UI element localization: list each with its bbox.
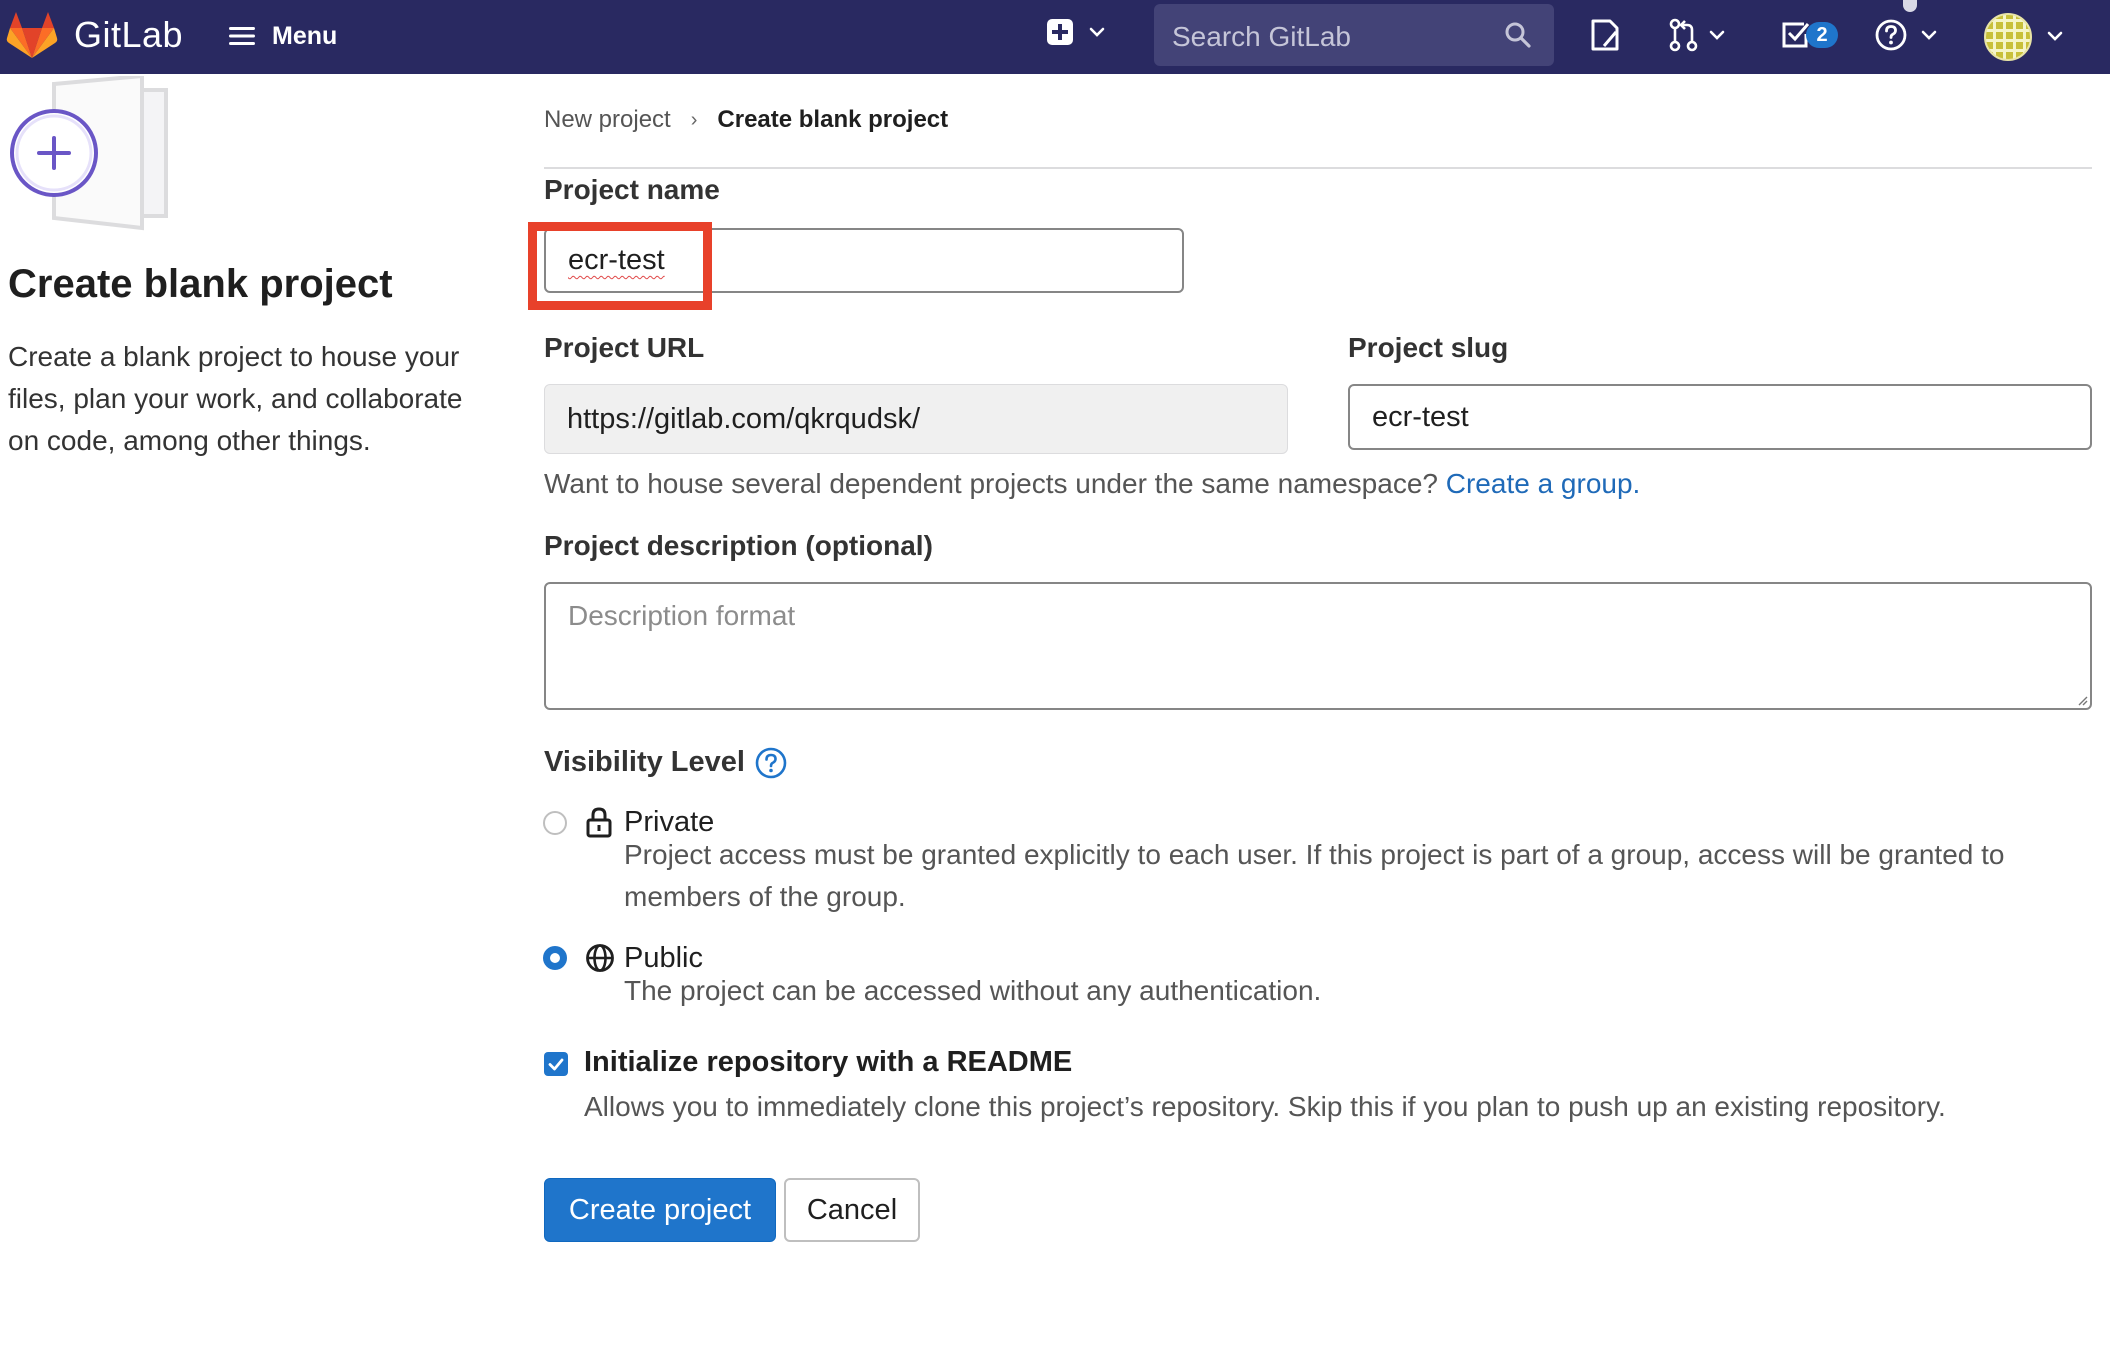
menu-label: Menu bbox=[272, 21, 338, 50]
plus-square-icon bbox=[1047, 19, 1073, 45]
namespace-help: Want to house several dependent projects… bbox=[544, 468, 1640, 500]
project-slug-input[interactable]: ecr-test bbox=[1348, 384, 2092, 450]
lock-icon bbox=[586, 807, 612, 838]
search-icon bbox=[1505, 22, 1531, 48]
chevron-down-icon[interactable] bbox=[2046, 30, 2064, 42]
sidebar-description: Create a blank project to house your fil… bbox=[8, 341, 463, 456]
readme-checkbox[interactable] bbox=[544, 1052, 568, 1076]
search-input[interactable]: Search GitLab bbox=[1154, 4, 1554, 66]
help-icon[interactable] bbox=[755, 747, 787, 779]
project-url-label: Project URL bbox=[544, 332, 705, 363]
project-name-label: Project name bbox=[544, 174, 720, 205]
project-url-field[interactable]: https://gitlab.com/qkrqudsk/ bbox=[544, 384, 1288, 454]
annotation-highlight-box bbox=[528, 222, 712, 310]
breadcrumb-current: Create blank project bbox=[717, 106, 949, 133]
chevron-down-icon bbox=[1921, 30, 1937, 40]
todo-count-badge[interactable]: 2 bbox=[1806, 22, 1838, 48]
project-url-value: https://gitlab.com/qkrqudsk/ bbox=[567, 402, 920, 435]
breadcrumb-new-project[interactable]: New project bbox=[544, 106, 671, 134]
top-navbar: GitLab Menu Search GitLab 2 bbox=[0, 0, 2110, 74]
sidebar-title: Create blank project bbox=[8, 262, 393, 306]
visibility-public-description: The project can be accessed without any … bbox=[624, 975, 1322, 1006]
chevron-down-icon bbox=[1089, 27, 1105, 37]
hamburger-icon bbox=[229, 27, 255, 45]
project-description-textarea[interactable]: Description format bbox=[544, 582, 2092, 710]
checkmark-icon bbox=[548, 1058, 564, 1071]
notification-dot bbox=[1903, 0, 1917, 12]
create-project-button[interactable]: Create project bbox=[544, 1178, 776, 1242]
resize-handle-icon[interactable] bbox=[2076, 694, 2088, 706]
namespace-help-text: Want to house several dependent projects… bbox=[544, 468, 1438, 499]
create-group-link[interactable]: Create a group. bbox=[1446, 468, 1641, 499]
visibility-level-label: Visibility Level bbox=[544, 746, 745, 778]
help-icon bbox=[1875, 19, 1907, 51]
header-divider bbox=[544, 167, 2092, 169]
help-dropdown[interactable] bbox=[1874, 18, 1938, 52]
cancel-button[interactable]: Cancel bbox=[784, 1178, 920, 1242]
breadcrumb-separator: › bbox=[690, 108, 698, 131]
visibility-public-radio[interactable] bbox=[543, 946, 567, 970]
visibility-level-heading: Visibility Level bbox=[544, 746, 787, 779]
readme-help: Allows you to immediately clone this pro… bbox=[584, 1091, 1946, 1122]
search-placeholder: Search GitLab bbox=[1172, 21, 1351, 52]
visibility-private-description: Project access must be granted explicitl… bbox=[624, 839, 2005, 912]
project-description-label: Project description (optional) bbox=[544, 530, 933, 561]
merge-requests-dropdown[interactable] bbox=[1668, 18, 1726, 52]
blank-project-illustration bbox=[10, 76, 168, 231]
brand-name[interactable]: GitLab bbox=[74, 14, 183, 56]
issues-icon[interactable] bbox=[1590, 18, 1620, 52]
menu-button[interactable]: Menu bbox=[228, 18, 337, 54]
gitlab-logo[interactable] bbox=[6, 12, 58, 60]
chevron-down-icon bbox=[1709, 30, 1725, 40]
avatar[interactable] bbox=[1984, 13, 2032, 61]
merge-request-icon bbox=[1669, 18, 1698, 52]
breadcrumb: New project › Create blank project bbox=[544, 106, 948, 134]
new-item-dropdown[interactable] bbox=[1046, 18, 1106, 46]
project-slug-label: Project slug bbox=[1348, 332, 1509, 363]
readme-label[interactable]: Initialize repository with a README bbox=[584, 1046, 1072, 1079]
globe-icon bbox=[586, 944, 614, 972]
description-placeholder: Description format bbox=[568, 600, 796, 631]
visibility-private-radio[interactable] bbox=[543, 811, 567, 835]
project-slug-value: ecr-test bbox=[1372, 400, 1469, 433]
